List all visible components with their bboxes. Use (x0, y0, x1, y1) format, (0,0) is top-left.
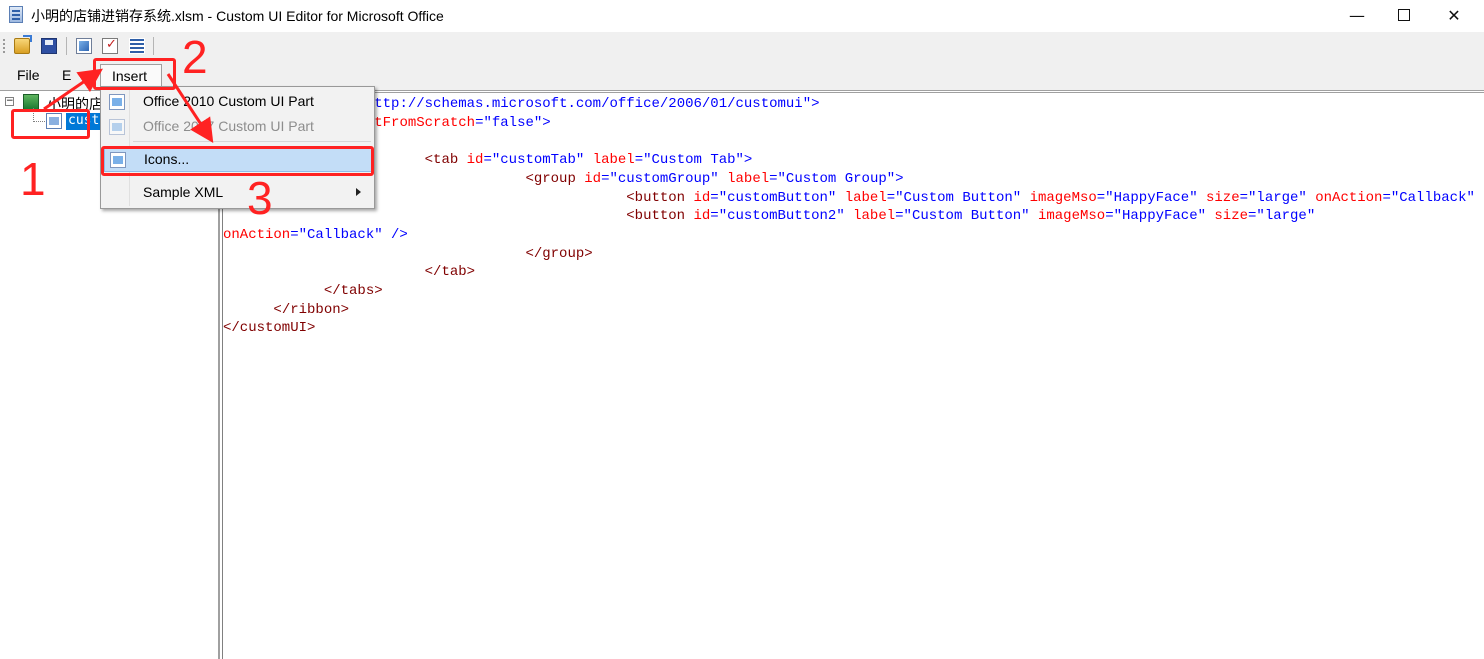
menu-separator (133, 141, 371, 142)
menu-item-label: Office 2010 Custom UI Part (143, 93, 314, 109)
xml-attribute: size (1214, 208, 1249, 225)
xml-tag: </tab> (424, 264, 476, 281)
xml-value: ="customGroup" (601, 170, 728, 187)
insert-icons-button[interactable] (74, 36, 94, 56)
open-folder-icon (14, 35, 32, 54)
menu-item-office-2007-part: Office 2007 Custom UI Part (104, 115, 372, 139)
menu-edit[interactable]: E (62, 67, 71, 83)
validate-icon (102, 37, 118, 54)
xml-value: ="Custom Tab"> (634, 152, 753, 169)
xml-tag: <button (626, 189, 694, 206)
save-button[interactable] (39, 36, 59, 56)
xml-tag: <tab (424, 152, 467, 169)
menu-item-label: Office 2007 Custom UI Part (143, 118, 314, 134)
tree-collapse-toggle[interactable]: − (5, 97, 14, 106)
xml-value: ="Callback" /> (290, 226, 408, 243)
xml-value: ="customTab" (483, 152, 593, 169)
xml-code[interactable]: <customUI xmlns="http://schemas.microsof… (223, 95, 1484, 338)
code-line[interactable]: onAction="Callback" /> (223, 226, 1484, 245)
excel-file-icon (23, 94, 39, 110)
xml-attribute: id (693, 189, 711, 206)
window-title: 小明的店铺进销存系统.xlsm - Custom UI Editor for M… (31, 8, 444, 24)
code-line[interactable]: <button id="customButton" label="Custom … (223, 189, 1484, 208)
menu-item-office-2010-part[interactable]: Office 2010 Custom UI Part (104, 90, 372, 114)
xml-tag: </group> (525, 245, 593, 262)
code-line[interactable]: </customUI> (223, 319, 1484, 338)
xml-tag: </ribbon> (273, 301, 350, 318)
menu-file[interactable]: File (17, 67, 40, 83)
xml-attribute: label (853, 208, 896, 225)
xml-attribute: id (466, 152, 484, 169)
xml-value: "http://schemas.microsoft.com/office/200… (357, 96, 820, 112)
xml-attribute: id (584, 170, 602, 187)
annotation-number-3: 3 (247, 172, 273, 224)
xml-value: ="large" (1239, 189, 1316, 206)
maximize-icon (1398, 9, 1410, 21)
xml-value: ="Custom Group"> (769, 170, 904, 187)
annotation-box-1 (11, 109, 90, 139)
code-line[interactable]: <button id="customButton2" label="Custom… (223, 207, 1484, 226)
xml-tag: </customUI> (223, 320, 316, 337)
code-line[interactable]: <tabs> (223, 132, 1484, 151)
xml-attribute: label (727, 170, 770, 187)
code-line[interactable]: <tab id="customTab" label="Custom Tab"> (223, 151, 1484, 170)
format-icon (129, 38, 145, 54)
xml-value: ="false"> (475, 114, 551, 131)
submenu-arrow-icon (356, 188, 361, 196)
xml-attribute: label (844, 189, 887, 206)
save-icon (41, 38, 57, 54)
xml-value: ="customButton" (710, 189, 845, 206)
xml-tag: <button (626, 208, 694, 225)
toolbar (0, 32, 1484, 60)
minimize-button[interactable]: — (1334, 0, 1380, 30)
annotation-number-1: 1 (20, 153, 46, 205)
xml-attribute: imageMso (1029, 189, 1097, 206)
xml-attribute: id (693, 208, 711, 225)
xml-value: ="Callback" /> (1382, 189, 1484, 206)
title-bar: 小明的店铺进销存系统.xlsm - Custom UI Editor for M… (0, 0, 1484, 30)
xml-attribute: onAction (1315, 189, 1383, 206)
xml-attribute: onAction (223, 226, 291, 243)
code-line[interactable]: </group> (223, 245, 1484, 264)
xml-attribute: imageMso (1037, 208, 1106, 225)
xml-part-icon (109, 94, 125, 110)
xml-editor[interactable]: <customUI xmlns="http://schemas.microsof… (222, 92, 1484, 659)
xml-value: ="Custom Button" (895, 208, 1038, 225)
xml-value: ="Custom Button" (886, 189, 1030, 206)
xml-part-icon (109, 119, 125, 135)
close-button[interactable]: ✕ (1431, 0, 1477, 30)
toolbar-separator (153, 37, 154, 55)
xml-value: ="customButton2" (710, 208, 854, 225)
toolbar-grip[interactable] (3, 39, 5, 53)
code-line[interactable]: <ribbon startFromScratch="false"> (223, 114, 1484, 133)
app-icon (9, 6, 23, 23)
format-button[interactable] (127, 36, 147, 56)
code-line[interactable]: </ribbon> (223, 301, 1484, 320)
xml-value: ="large" (1248, 208, 1316, 225)
code-line[interactable]: <customUI xmlns="http://schemas.microsof… (223, 95, 1484, 114)
toolbar-separator (66, 37, 67, 55)
insert-image-icon (76, 38, 92, 54)
menu-item-sample-xml[interactable]: Sample XML (104, 181, 372, 205)
xml-attribute: size (1206, 189, 1240, 206)
maximize-button[interactable] (1381, 0, 1427, 30)
code-line[interactable]: </tab> (223, 263, 1484, 282)
xml-attribute: label (592, 152, 635, 169)
xml-tag: <group (525, 170, 585, 187)
xml-tag: </tabs> (323, 283, 383, 300)
code-line[interactable]: <group id="customGroup" label="Custom Gr… (223, 170, 1484, 189)
annotation-box-2 (93, 58, 176, 90)
annotation-number-2: 2 (182, 31, 208, 83)
annotation-box-3 (101, 146, 374, 176)
xml-value: ="HappyFace" (1096, 189, 1206, 206)
open-button[interactable] (12, 35, 32, 56)
menu-item-label: Sample XML (143, 184, 224, 200)
xml-value: ="HappyFace" (1105, 208, 1215, 225)
code-line[interactable]: </tabs> (223, 282, 1484, 301)
validate-button[interactable] (100, 36, 120, 56)
